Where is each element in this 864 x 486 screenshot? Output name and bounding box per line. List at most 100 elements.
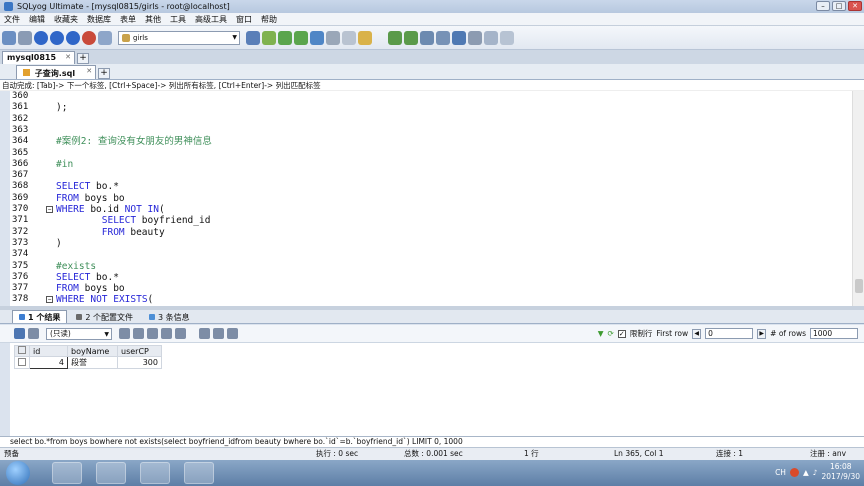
tab-results[interactable]: 1 个结果	[12, 310, 68, 323]
formatter-icon[interactable]	[484, 30, 498, 45]
tab-profile[interactable]: 2 个配置文件	[69, 310, 140, 323]
column-header-usercp[interactable]: userCP	[117, 345, 162, 357]
firefox-taskbar-icon[interactable]	[52, 462, 82, 484]
row-count-input[interactable]: 1000	[810, 328, 858, 339]
cancel-icon[interactable]	[175, 328, 186, 339]
editor-line[interactable]: 366 #in	[10, 159, 852, 170]
schema-icon[interactable]	[310, 30, 324, 45]
close-tab-icon[interactable]: ✕	[65, 53, 71, 61]
view-mode-icon[interactable]	[28, 328, 39, 339]
filter-icon[interactable]: ▼	[598, 329, 604, 338]
select-all-checkbox[interactable]	[18, 346, 26, 354]
row-select-cell[interactable]	[14, 356, 30, 369]
menu-database[interactable]: 数据库	[87, 14, 111, 25]
connection-icon[interactable]	[18, 30, 32, 45]
editor-line[interactable]: 377 FROM boys bo	[10, 283, 852, 294]
close-button[interactable]: ✕	[848, 1, 862, 11]
execute-all-icon[interactable]	[50, 30, 64, 45]
delete-row-icon[interactable]	[147, 328, 158, 339]
refresh-icon[interactable]	[98, 30, 112, 45]
add-row-icon[interactable]	[119, 328, 130, 339]
ime-icon[interactable]	[789, 467, 799, 477]
editor-scrollbar[interactable]	[852, 91, 864, 306]
backup-icon[interactable]	[342, 30, 356, 45]
menu-window[interactable]: 窗口	[236, 14, 252, 25]
settings-icon[interactable]	[500, 30, 514, 45]
sql-editor[interactable]: 360 361); 362 363 364 #案例2: 查询没有女朋友的男神信息 365 36…	[10, 91, 852, 306]
index-icon[interactable]	[326, 30, 340, 45]
fold-toggle-icon[interactable]: −	[46, 206, 53, 213]
editor-line[interactable]: 375 #exists	[10, 261, 852, 272]
create-table-icon[interactable]	[262, 30, 276, 45]
execute-edit-icon[interactable]	[66, 30, 80, 45]
schema-designer-icon[interactable]	[452, 30, 466, 45]
network-icon[interactable]: ▲	[803, 468, 809, 477]
maximize-button[interactable]: □	[832, 1, 846, 11]
editor-line[interactable]: 361);	[10, 102, 852, 113]
editor-line[interactable]: 362	[10, 114, 852, 125]
editor-line[interactable]: 369 FROM boys bo	[10, 193, 852, 204]
menu-advanced-tools[interactable]: 高级工具	[195, 14, 227, 25]
editor-line[interactable]: 371 SELECT boyfriend_id	[10, 215, 852, 226]
query-builder-icon[interactable]	[436, 30, 450, 45]
fold-toggle-icon[interactable]: −	[46, 296, 53, 304]
editor-line[interactable]: 370 − WHERE bo.id NOT IN(	[10, 204, 852, 215]
new-connection-icon[interactable]	[2, 30, 16, 45]
cell-usercp[interactable]: 300	[117, 356, 162, 369]
editor-line[interactable]: 376 SELECT bo.*	[10, 272, 852, 283]
close-tab-icon[interactable]: ✕	[86, 67, 92, 75]
grid-view-icon[interactable]	[14, 328, 25, 339]
editor-line[interactable]: 378 − WHERE NOT EXISTS(	[10, 294, 852, 305]
export-icon[interactable]	[420, 30, 434, 45]
editor-line[interactable]: 374	[10, 249, 852, 260]
edit-mode-select[interactable]: (只读) ▼	[46, 327, 112, 340]
tab-messages[interactable]: 3 条信息	[142, 310, 197, 323]
stop-icon[interactable]	[82, 30, 96, 45]
editor-line[interactable]: 372 FROM beauty	[10, 227, 852, 238]
resize-columns-icon[interactable]	[227, 328, 238, 339]
sync-icon[interactable]	[388, 30, 402, 45]
copy-icon[interactable]	[199, 328, 210, 339]
start-button[interactable]	[6, 461, 30, 485]
select-all-cell[interactable]	[14, 345, 30, 357]
alter-table-icon[interactable]	[278, 30, 292, 45]
execute-query-icon[interactable]	[34, 30, 48, 45]
import-icon[interactable]	[358, 30, 372, 45]
table-row[interactable]: 4 段誉 300	[14, 356, 162, 369]
compare-icon[interactable]	[404, 30, 418, 45]
minimize-button[interactable]: –	[816, 1, 830, 11]
menu-file[interactable]: 文件	[4, 14, 20, 25]
new-query-tab-button[interactable]: +	[98, 68, 111, 79]
editor-line[interactable]: 373)	[10, 238, 852, 249]
first-row-input[interactable]: 0	[705, 328, 754, 339]
connection-tab-mysql0815[interactable]: mysql0815 ✕	[2, 51, 76, 64]
editor-line[interactable]: 368 SELECT bo.*	[10, 181, 852, 192]
editor-line[interactable]: 367	[10, 170, 852, 181]
user-icon[interactable]	[246, 30, 260, 45]
editor-line[interactable]: 360	[10, 91, 852, 102]
scrollbar-thumb[interactable]	[855, 279, 863, 293]
column-header-boyname[interactable]: boyName	[67, 345, 118, 357]
input-language[interactable]: CH	[775, 468, 786, 477]
column-header-id[interactable]: id	[29, 345, 68, 357]
explorer-taskbar-icon[interactable]	[140, 462, 170, 484]
export-result-icon[interactable]	[213, 328, 224, 339]
editor-line[interactable]: 364 #案例2: 查询没有女朋友的男神信息	[10, 136, 852, 147]
database-select[interactable]: girls ▼	[118, 30, 240, 45]
new-connection-tab-button[interactable]: +	[77, 53, 90, 64]
menu-other[interactable]: 其他	[145, 14, 161, 25]
menu-favorites[interactable]: 收藏夹	[54, 14, 78, 25]
menu-table[interactable]: 表单	[120, 14, 136, 25]
word-taskbar-icon[interactable]	[184, 462, 214, 484]
row-checkbox[interactable]	[18, 357, 26, 366]
editor-line[interactable]: 365	[10, 148, 852, 159]
editor-line[interactable]: 363	[10, 125, 852, 136]
cell-id[interactable]: 4	[29, 356, 68, 369]
menu-tools[interactable]: 工具	[170, 14, 186, 25]
menu-help[interactable]: 帮助	[261, 14, 277, 25]
table-data-icon[interactable]	[294, 30, 308, 45]
cell-boyname[interactable]: 段誉	[67, 356, 118, 369]
notifications-icon[interactable]	[468, 30, 482, 45]
save-icon[interactable]	[161, 328, 172, 339]
refresh-result-icon[interactable]: ⟳	[608, 329, 614, 338]
